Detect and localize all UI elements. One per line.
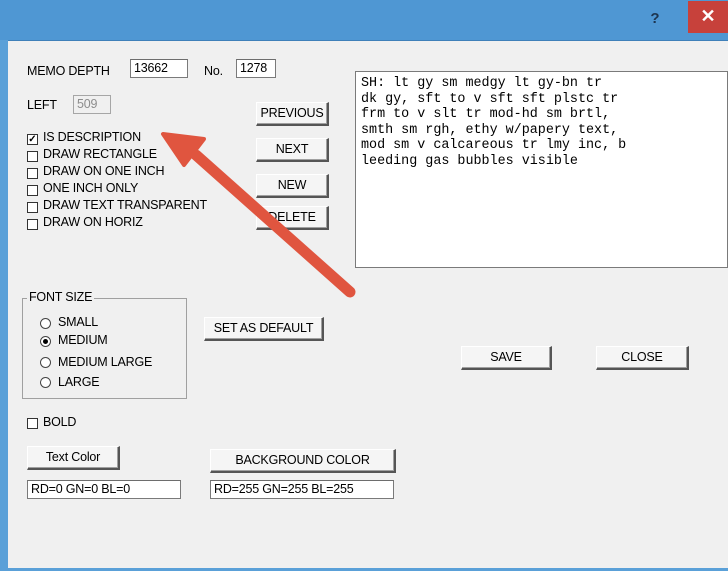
text-color-value-field[interactable]: RD=0 GN=0 BL=0 [27,480,181,499]
previous-button[interactable]: PREVIOUS [256,102,329,126]
font-size-small-label: SMALL [58,315,98,329]
draw-text-transparent-checkbox[interactable] [27,202,38,213]
close-button[interactable]: CLOSE [596,346,689,370]
close-window-button[interactable]: ✕ [688,1,728,33]
draw-rectangle-label: DRAW RECTANGLE [43,147,157,161]
background-color-button[interactable]: BACKGROUND COLOR [210,449,396,473]
is-description-checkbox[interactable]: ✓ [27,134,38,145]
left-label: LEFT [27,98,57,112]
title-bar: ? ✕ [0,0,728,40]
one-inch-only-checkbox[interactable] [27,185,38,196]
bold-label: BOLD [43,415,77,429]
font-size-medium-radio[interactable] [40,336,51,347]
bold-checkbox[interactable] [27,418,38,429]
next-button[interactable]: NEXT [256,138,329,162]
help-icon[interactable]: ? [645,9,665,29]
is-description-label: IS DESCRIPTION [43,130,141,144]
draw-on-one-inch-label: DRAW ON ONE INCH [43,164,165,178]
memo-depth-label: MEMO DEPTH [27,64,110,78]
left-input[interactable]: 509 [73,95,111,114]
text-color-button[interactable]: Text Color [27,446,120,470]
number-input[interactable]: 1278 [236,59,276,78]
font-size-large-label: LARGE [58,375,100,389]
font-size-large-radio[interactable] [40,377,51,388]
font-size-medium-large-label: MEDIUM LARGE [58,355,153,369]
set-as-default-button[interactable]: SET AS DEFAULT [204,317,324,341]
background-color-value-field[interactable]: RD=255 GN=255 BL=255 [210,480,394,499]
draw-rectangle-checkbox[interactable] [27,151,38,162]
draw-on-one-inch-checkbox[interactable] [27,168,38,179]
font-size-group-title: FONT SIZE [27,290,95,304]
font-size-medium-label: MEDIUM [58,333,108,347]
new-button[interactable]: NEW [256,174,329,198]
one-inch-only-label: ONE INCH ONLY [43,181,139,195]
draw-on-horiz-label: DRAW ON HORIZ [43,215,143,229]
delete-button[interactable]: DELETE [256,206,329,230]
description-text-area[interactable]: SH: lt gy sm medgy lt gy-bn tr dk gy, sf… [355,71,728,268]
font-size-small-radio[interactable] [40,318,51,329]
memo-depth-input[interactable]: 13662 [130,59,188,78]
draw-text-transparent-label: DRAW TEXT TRANSPARENT [43,198,207,212]
font-size-medium-large-radio[interactable] [40,357,51,368]
number-label: No. [204,64,223,78]
draw-on-horiz-checkbox[interactable] [27,219,38,230]
save-button[interactable]: SAVE [461,346,552,370]
